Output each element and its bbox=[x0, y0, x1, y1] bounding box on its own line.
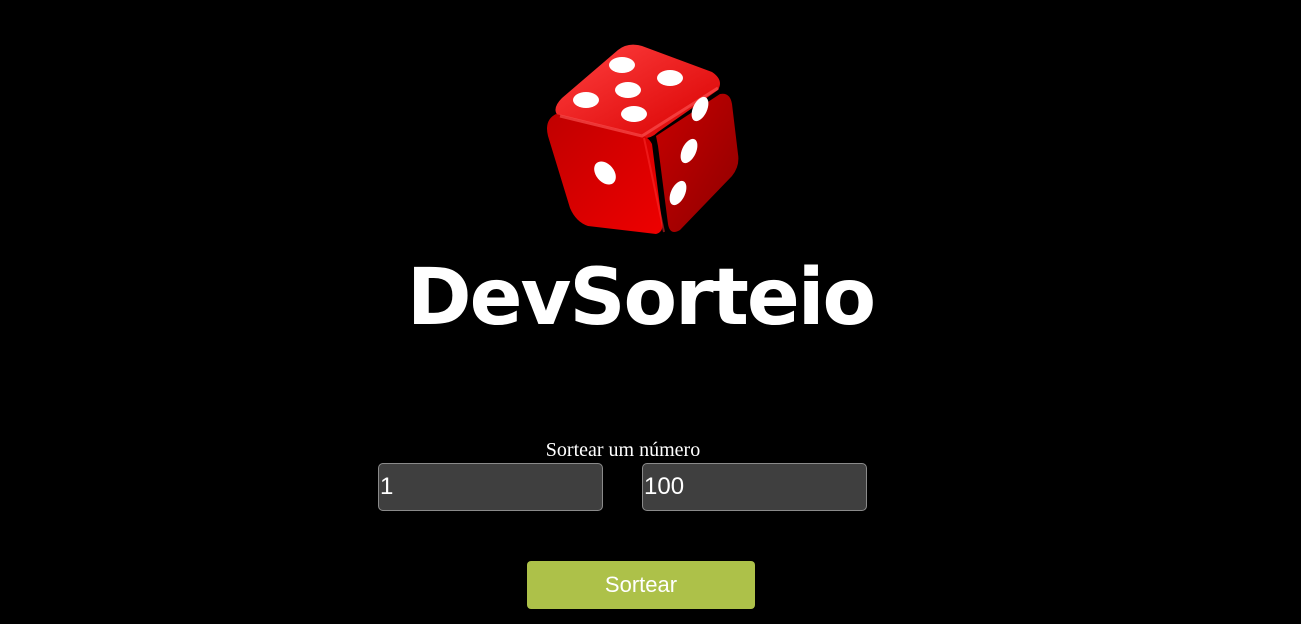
page: DevSorteio Sortear um número Sortear bbox=[0, 0, 1301, 624]
draw-button[interactable]: Sortear bbox=[527, 561, 755, 609]
min-number-input[interactable] bbox=[378, 463, 603, 511]
max-number-input[interactable] bbox=[642, 463, 867, 511]
draw-prompt-label: Sortear um número bbox=[545, 439, 701, 461]
brand-title: DevSorteio bbox=[406, 253, 876, 343]
dice-icon bbox=[547, 44, 739, 234]
